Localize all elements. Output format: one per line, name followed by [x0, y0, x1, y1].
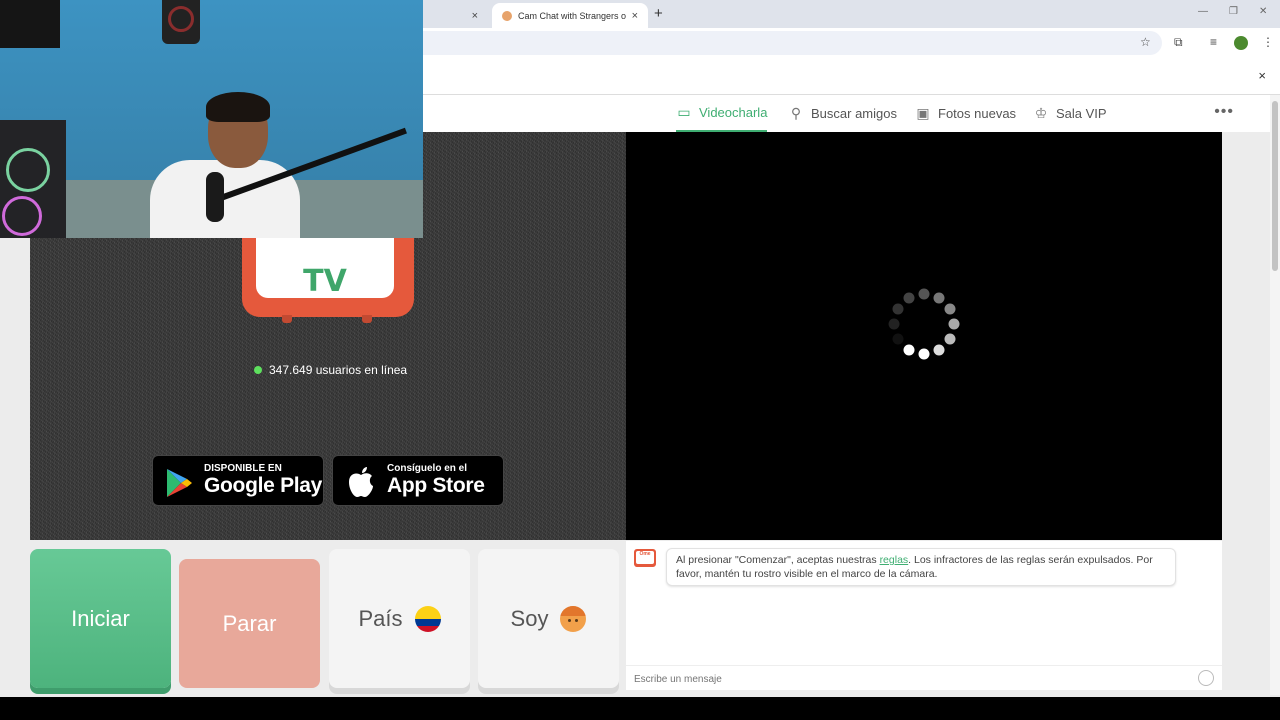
tab-close-icon[interactable]: ×: [632, 10, 638, 22]
online-counter: 347.649 usuarios en línea: [254, 362, 407, 378]
nav-item-fotos-nuevas[interactable]: ▣ Fotos nuevas: [915, 95, 1016, 132]
restore-icon[interactable]: ❐: [1229, 6, 1238, 17]
minimize-icon[interactable]: —: [1198, 6, 1208, 17]
search-icon: ⚲: [790, 105, 802, 121]
google-play-button[interactable]: DISPONIBLE EN Google Play: [152, 455, 324, 506]
nav-label: Sala VIP: [1056, 106, 1107, 121]
apple-small-text: Consíguelo en el: [387, 463, 468, 474]
profile-avatar-icon[interactable]: [1234, 36, 1248, 50]
apple-icon: [349, 467, 373, 497]
google-big-text: Google Play: [204, 474, 323, 497]
more-menu-icon[interactable]: •••: [1214, 103, 1234, 121]
message-text-before: Al presionar "Comenzar", aceptas nuestra…: [676, 554, 880, 566]
dartboard-shape: [162, 0, 200, 44]
tab-title: Cam Chat with Strangers on Ome: [518, 10, 626, 21]
stop-button[interactable]: Parar: [179, 559, 320, 688]
nav-item-buscar-amigos[interactable]: ⚲ Buscar amigos: [788, 95, 897, 132]
message-input-area: [626, 665, 1222, 690]
app-store-button[interactable]: Consíguelo en el App Store: [332, 455, 504, 506]
online-status-icon: [254, 366, 262, 374]
start-button[interactable]: Iniciar: [30, 549, 171, 688]
browser-menu-icon[interactable]: ⋮: [1262, 35, 1274, 49]
chat-panel: Ome Al presionar "Comenzar", aceptas nue…: [626, 541, 1222, 690]
monitor-shape: [0, 0, 60, 48]
window-close-icon[interactable]: ✕: [1259, 6, 1267, 17]
nav-label: Buscar amigos: [811, 106, 897, 121]
extensions-icon[interactable]: ⧉: [1174, 35, 1183, 50]
nav-item-sala-vip[interactable]: ♔ Sala VIP: [1033, 95, 1107, 132]
google-small-text: DISPONIBLE EN: [204, 463, 282, 474]
apple-big-text: App Store: [387, 474, 485, 497]
address-bar[interactable]: [380, 31, 1162, 55]
tab-close-icon[interactable]: ×: [472, 10, 478, 22]
vip-icon: ♔: [1034, 105, 1048, 121]
emoji-icon[interactable]: [1198, 670, 1214, 686]
country-button[interactable]: País: [329, 549, 470, 688]
partner-video-area: [626, 132, 1222, 540]
media-control-icon[interactable]: ≡: [1210, 35, 1217, 49]
online-text: 347.649 usuarios en línea: [269, 363, 408, 377]
stop-label: Parar: [222, 610, 277, 636]
new-tab-button[interactable]: +: [654, 5, 663, 22]
gender-button[interactable]: Soy: [478, 549, 619, 688]
rules-link[interactable]: reglas: [880, 554, 909, 566]
colombia-flag-icon: [414, 605, 441, 632]
message-input[interactable]: [634, 671, 1174, 687]
photos-icon: ▣: [916, 105, 930, 121]
country-label: País: [358, 605, 403, 631]
video-chat-icon: ▭: [677, 104, 691, 120]
boy-face-icon: [560, 605, 587, 632]
scroll-thumb[interactable]: [1272, 101, 1278, 271]
browser-tab-active[interactable]: Cam Chat with Strangers on Ome ×: [492, 3, 648, 28]
google-play-icon: [167, 469, 192, 497]
gender-label: Soy: [510, 605, 549, 631]
infobar-close-icon[interactable]: ×: [1258, 68, 1266, 83]
nav-label: Videocharla: [699, 105, 768, 120]
microphone-shape: [206, 172, 224, 222]
logo-text-bottom: TV: [303, 264, 347, 299]
bookmark-star-icon[interactable]: ☆: [1140, 35, 1151, 49]
webcam-overlay: [0, 0, 423, 238]
page-scrollbar[interactable]: [1270, 95, 1280, 695]
start-label: Iniciar: [71, 605, 130, 631]
ometv-chat-logo-icon: Ome: [634, 549, 656, 567]
browser-tab-inactive[interactable]: ×: [424, 3, 488, 28]
tab-favicon-icon: [502, 10, 512, 21]
screen: × Cam Chat with Strangers on Ome × + — ❐…: [0, 0, 1280, 720]
system-message: Al presionar "Comenzar", aceptas nuestra…: [666, 548, 1176, 586]
taskbar: [0, 697, 1280, 720]
nav-label: Fotos nuevas: [938, 106, 1017, 121]
nav-item-videocharla[interactable]: ▭ Videocharla: [676, 95, 768, 132]
loading-spinner-icon: [888, 288, 960, 360]
